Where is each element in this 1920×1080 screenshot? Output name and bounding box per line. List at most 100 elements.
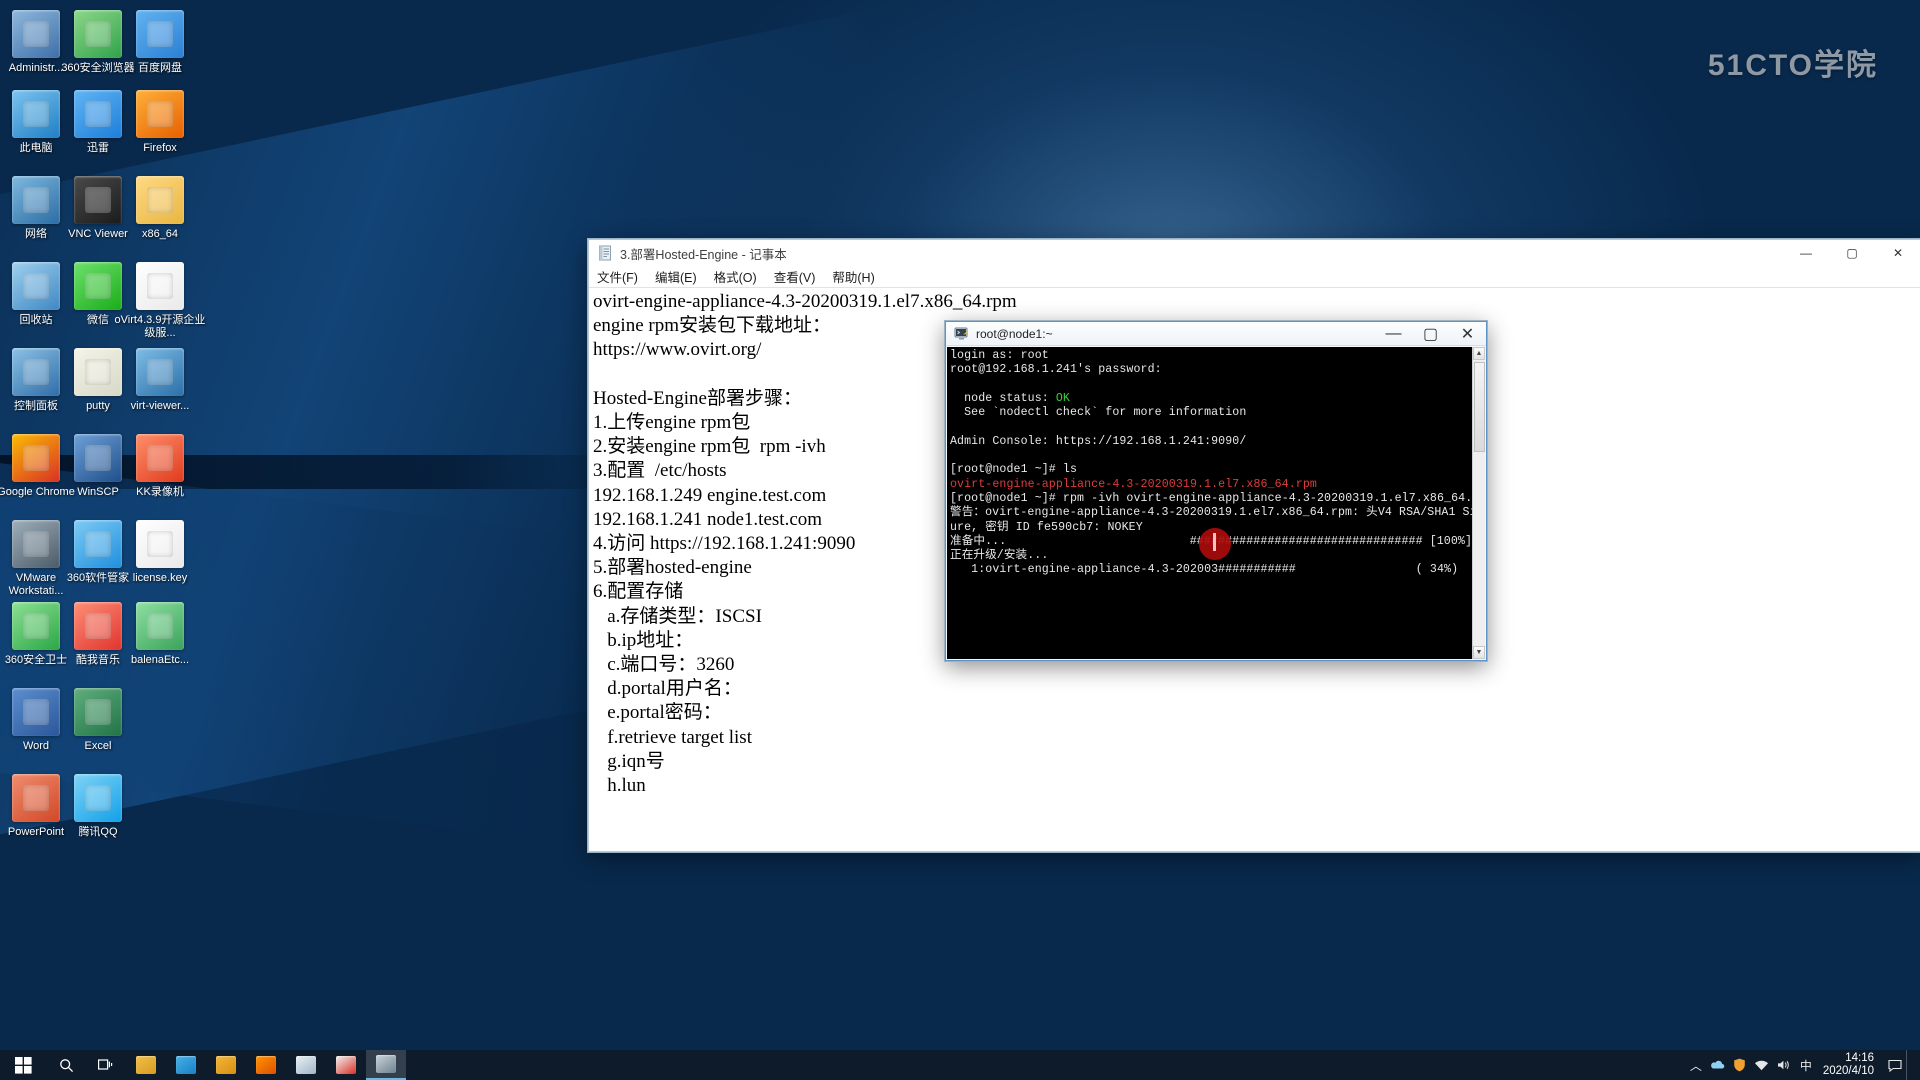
terminal-line: [root@node1 ~]# ls <box>950 463 1078 477</box>
excel-icon <box>74 688 122 736</box>
desktop-icon-balena-etcher-icon[interactable]: balenaEtc... <box>112 602 208 667</box>
desktop-icon-baidu-netdisk-icon[interactable]: 百度网盘 <box>112 10 208 75</box>
notepad-titlebar[interactable]: 3.部署Hosted-Engine - 记事本 — ▢ ✕ <box>589 240 1920 266</box>
notepad-icon <box>597 245 613 261</box>
taskbar-item-firefox[interactable] <box>246 1050 286 1080</box>
search-icon <box>59 1058 73 1072</box>
desktop-icon-label: 百度网盘 <box>138 62 182 74</box>
desktop-icon-label: KK录像机 <box>136 486 184 498</box>
notepad-maximize-button[interactable]: ▢ <box>1829 240 1875 266</box>
putty-console[interactable]: login as: root root@192.168.1.241's passw… <box>947 347 1473 659</box>
taskbar-item-notepad-window[interactable] <box>286 1050 326 1080</box>
volume-icon[interactable] <box>1773 1050 1795 1080</box>
network-icon[interactable] <box>1751 1050 1773 1080</box>
putty-close-button[interactable]: ✕ <box>1449 322 1486 346</box>
desktop-icon-label: Firefox <box>143 142 177 154</box>
desktop-icon-excel-icon[interactable]: Excel <box>50 688 146 753</box>
putty-scrollbar-thumb[interactable] <box>1474 362 1485 452</box>
putty-icon <box>376 1055 396 1073</box>
menu-edit[interactable]: 编辑(E) <box>655 267 697 286</box>
taskbar-items <box>126 1050 406 1080</box>
chevron-up-icon[interactable]: ︿ <box>1685 1050 1707 1080</box>
desktop-icon-folder-icon[interactable]: x86_64 <box>112 176 208 241</box>
task-view-button[interactable] <box>86 1050 126 1080</box>
terminal-line: login as: root <box>950 349 1049 362</box>
desktop-icon-label: 腾讯QQ <box>78 826 118 838</box>
desktop-icon-label: virt-viewer... <box>130 400 190 412</box>
clock[interactable]: 14:16 2020/4/10 <box>1817 1052 1884 1078</box>
taskbar-item-edge-browser[interactable] <box>166 1050 206 1080</box>
taskbar-item-file-explorer[interactable] <box>126 1050 166 1080</box>
desktop-icon-label: x86_64 <box>141 228 179 240</box>
putty-title: root@node1:~ <box>976 326 1053 341</box>
putty-window-controls: — ▢ ✕ <box>1375 322 1486 346</box>
desktop-icon-label: oVirt4.3.9开源企业级服... <box>114 314 206 339</box>
notepad-window-controls: — ▢ ✕ <box>1783 240 1920 266</box>
terminal-line: root@192.168.1.241's password: <box>950 363 1162 377</box>
clock-time: 14:16 <box>1845 1052 1874 1064</box>
putty-titlebar[interactable]: root@node1:~ — ▢ ✕ <box>946 322 1486 346</box>
clock-date: 2020/4/10 <box>1822 1065 1874 1077</box>
start-button[interactable] <box>0 1050 46 1080</box>
menu-format[interactable]: 格式(O) <box>714 267 757 286</box>
desktop-icon-virt-viewer-icon[interactable]: virt-viewer... <box>112 348 208 413</box>
desktop-icon-qq-icon[interactable]: 腾讯QQ <box>50 774 146 839</box>
menu-view[interactable]: 查看(V) <box>774 267 816 286</box>
taskbar: ︿ 中 14:16 2020/4/10 <box>0 1050 1920 1080</box>
qq-icon <box>74 774 122 822</box>
desktop-icon-kk-recorder-icon[interactable]: KK录像机 <box>112 434 208 499</box>
baidu-netdisk-icon <box>136 10 184 58</box>
desktop-icon-text-file-icon[interactable]: oVirt4.3.9开源企业级服... <box>112 262 208 340</box>
desktop-icon-label: Excel <box>84 740 112 752</box>
key-file-icon <box>136 520 184 568</box>
scroll-up-arrow-icon[interactable]: ▲ <box>1473 347 1485 360</box>
notepad-icon <box>296 1056 316 1074</box>
scroll-down-arrow-icon[interactable]: ▼ <box>1473 646 1485 659</box>
notepad-close-button[interactable]: ✕ <box>1875 240 1920 266</box>
putty-minimize-button[interactable]: — <box>1375 322 1412 346</box>
store-icon <box>216 1056 236 1074</box>
terminal-line: Admin Console: https://192.168.1.241:909… <box>950 434 1247 448</box>
task-view-icon <box>98 1059 113 1070</box>
terminal-line: node status: OK <box>950 391 1070 405</box>
virt-viewer-icon <box>136 348 184 396</box>
chrome-icon <box>336 1056 356 1074</box>
desktop-icon-firefox-icon[interactable]: Firefox <box>112 90 208 155</box>
shield-icon[interactable] <box>1729 1050 1751 1080</box>
notepad-minimize-button[interactable]: — <box>1783 240 1829 266</box>
folder-icon <box>136 176 184 224</box>
taskbar-item-chrome[interactable] <box>326 1050 366 1080</box>
text-file-icon <box>136 262 184 310</box>
ime-indicator[interactable]: 中 <box>1795 1050 1817 1080</box>
firefox-icon <box>136 90 184 138</box>
notepad-title: 3.部署Hosted-Engine - 记事本 <box>620 247 787 262</box>
desktop-icon-label: license.key <box>132 572 188 584</box>
putty-terminal-icon <box>954 326 969 341</box>
desktop-icon-key-file-icon[interactable]: license.key <box>112 520 208 585</box>
menu-help[interactable]: 帮助(H) <box>832 267 874 286</box>
search-button[interactable] <box>46 1050 86 1080</box>
terminal-line: 1:ovirt-engine-appliance-4.3-202003#####… <box>950 563 1459 577</box>
menu-file[interactable]: 文件(F) <box>597 267 638 286</box>
terminal-line: ovirt-engine-appliance-4.3-20200319.1.el… <box>950 477 1317 491</box>
putty-maximize-button[interactable]: ▢ <box>1412 322 1449 346</box>
taskbar-item-putty-window[interactable] <box>366 1050 406 1080</box>
firefox-icon <box>256 1056 276 1074</box>
system-tray: ︿ 中 14:16 2020/4/10 <box>1685 1050 1920 1080</box>
terminal-line: 警告：ovirt-engine-appliance-4.3-20200319.1… <box>950 506 1473 520</box>
desktop-icon-label: balenaEtc... <box>130 654 190 666</box>
onedrive-icon[interactable] <box>1707 1050 1729 1080</box>
terminal-line: [root@node1 ~]# rpm -ivh ovirt-engine-ap… <box>950 491 1473 505</box>
balena-etcher-icon <box>136 602 184 650</box>
taskbar-item-store[interactable] <box>206 1050 246 1080</box>
terminal-line: See `nodectl check` for more information <box>950 406 1247 420</box>
putty-window[interactable]: root@node1:~ — ▢ ✕ login as: root root@19… <box>945 321 1487 661</box>
show-desktop-button[interactable] <box>1906 1050 1914 1080</box>
notification-icon[interactable] <box>1884 1050 1906 1080</box>
notepad-menubar: 文件(F) 编辑(E) 格式(O) 查看(V) 帮助(H) <box>589 266 1920 288</box>
folder-icon <box>136 1056 156 1074</box>
terminal-caret <box>1213 533 1216 551</box>
